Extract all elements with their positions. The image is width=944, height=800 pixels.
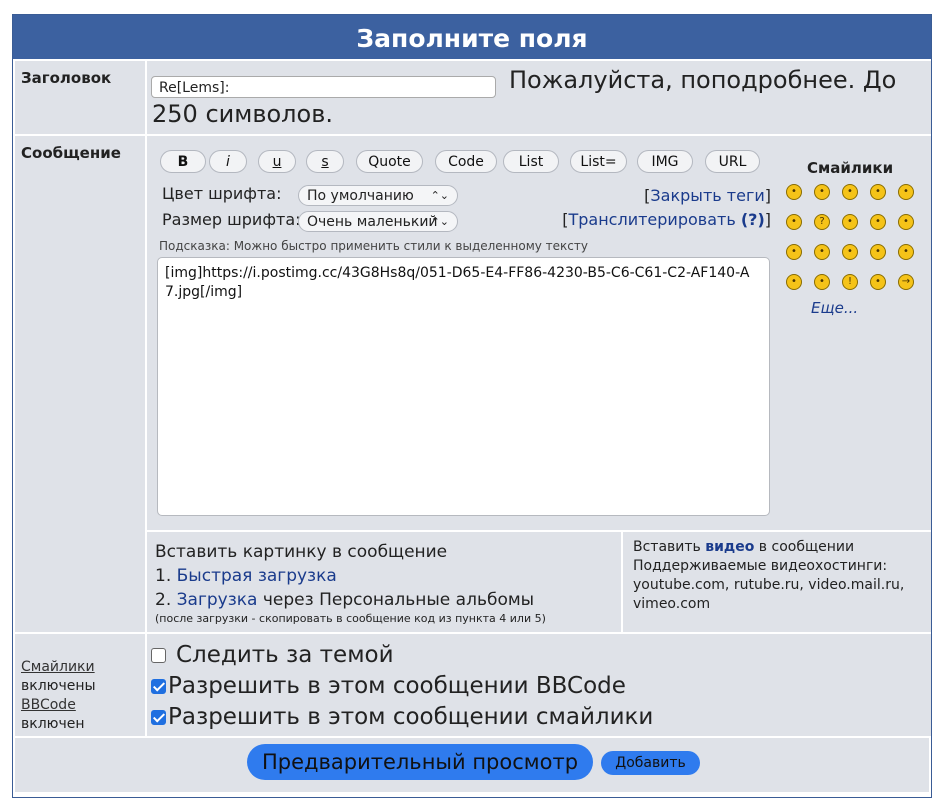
smile-smiley-icon[interactable]: • bbox=[814, 184, 830, 200]
confused-smiley-icon[interactable]: • bbox=[842, 214, 858, 230]
watch-topic-option[interactable]: Следить за темой bbox=[151, 642, 394, 668]
bbcode-help-link[interactable]: BBCode bbox=[21, 697, 76, 713]
glasses-smiley-icon[interactable]: • bbox=[786, 214, 802, 230]
devil-smiley-icon[interactable]: • bbox=[898, 244, 914, 260]
shock-smiley-icon[interactable]: • bbox=[898, 184, 914, 200]
strike-button[interactable]: s bbox=[306, 150, 344, 173]
allow-smilies-label: Разрешить в этом сообщении смайлики bbox=[168, 704, 654, 730]
ordered-list-button[interactable]: List= bbox=[570, 150, 627, 173]
frown-smiley-icon[interactable]: • bbox=[842, 244, 858, 260]
arrow-smiley-icon[interactable]: → bbox=[898, 274, 914, 290]
subject-input[interactable]: Re[Lems]: bbox=[151, 76, 496, 98]
message-label: Сообщение bbox=[21, 144, 121, 162]
options-row: Смайлики включены BBCode включен Следить… bbox=[13, 634, 931, 736]
smilies-help-link[interactable]: Смайлики bbox=[21, 659, 95, 675]
bbcode-state: включен bbox=[21, 716, 85, 732]
question-smiley-icon[interactable]: ? bbox=[814, 214, 830, 230]
video-hosts-list: youtube.com, rutube.ru, video.mail.ru, v… bbox=[633, 577, 905, 612]
quick-upload-link[interactable]: Быстрая загрузка bbox=[177, 566, 337, 586]
insert-image-panel: Вставить картинку в сообщение 1. Быстрая… bbox=[147, 530, 623, 633]
font-size-select[interactable]: Очень маленький ⌃⌄ bbox=[298, 211, 458, 232]
underline-button[interactable]: u bbox=[258, 150, 296, 173]
smilies-more-link[interactable]: Еще... bbox=[811, 299, 858, 317]
form-footer: Предварительный просмотр Добавить bbox=[15, 738, 929, 792]
allow-bbcode-option[interactable]: Разрешить в этом сообщении BBCode bbox=[151, 673, 626, 699]
video-prefix: Вставить bbox=[633, 539, 701, 555]
font-size-value: Очень маленький bbox=[307, 214, 438, 230]
options-cell: Следить за темой Разрешить в этом сообще… bbox=[147, 634, 931, 736]
upload-description: через Персональные альбомы bbox=[262, 590, 535, 610]
allow-bbcode-checkbox[interactable] bbox=[151, 678, 166, 694]
translit-wrap: [Транслитерировать (?)] bbox=[562, 210, 771, 229]
insert-image-title: Вставить картинку в сообщение bbox=[155, 542, 448, 562]
preview-button[interactable]: Предварительный просмотр bbox=[247, 744, 593, 780]
exclaim-smiley-icon[interactable]: ! bbox=[842, 274, 858, 290]
video-hosts-label: Поддерживаемые видеохостинги: bbox=[633, 558, 888, 574]
font-size-label: Размер шрифта: bbox=[162, 210, 301, 229]
evil-smiley-icon[interactable]: • bbox=[870, 244, 886, 260]
message-cell: B i u s Quote Code List List= IMG URL Цв… bbox=[147, 136, 931, 633]
close-tags-link[interactable]: Закрыть теги bbox=[650, 186, 764, 205]
translit-help-link[interactable]: (?) bbox=[741, 210, 765, 229]
allow-bbcode-label: Разрешить в этом сообщении BBCode bbox=[168, 673, 626, 699]
insert-image-item-2: 2. Загрузка через Персональные альбомы bbox=[155, 588, 613, 612]
item-number: 2. bbox=[155, 590, 172, 610]
message-label-cell: Сообщение bbox=[15, 136, 145, 632]
bold-button[interactable]: B bbox=[160, 150, 206, 173]
tongue-smiley-icon[interactable]: • bbox=[814, 244, 830, 260]
subject-cell: Пожалуйста, поподробнее. До 250 символов… bbox=[147, 61, 931, 134]
chevron-updown-icon: ⌃⌄ bbox=[430, 189, 449, 202]
options-left-cell: Смайлики включены BBCode включен bbox=[15, 634, 145, 736]
translit-link[interactable]: Транслитерировать bbox=[568, 210, 735, 229]
watch-topic-checkbox[interactable] bbox=[151, 647, 166, 663]
font-color-value: По умолчанию bbox=[307, 188, 414, 204]
subject-label-cell: Заголовок bbox=[15, 61, 145, 134]
allow-smilies-option[interactable]: Разрешить в этом сообщении смайлики bbox=[151, 704, 653, 730]
chevron-updown-icon: ⌃⌄ bbox=[430, 215, 449, 228]
wink-smiley-icon[interactable]: • bbox=[814, 274, 830, 290]
submit-button[interactable]: Добавить bbox=[601, 751, 700, 775]
cool-smiley-icon[interactable]: • bbox=[870, 214, 886, 230]
sad-smiley-icon[interactable]: • bbox=[842, 184, 858, 200]
upload-link[interactable]: Загрузка bbox=[177, 590, 258, 610]
options-status: Смайлики включены BBCode включен bbox=[15, 634, 145, 734]
allow-smilies-checkbox[interactable] bbox=[151, 709, 166, 725]
insert-video-title: Вставить видео в сообщении bbox=[633, 538, 921, 557]
smilies-state: включены bbox=[21, 678, 96, 694]
message-textarea[interactable]: [img]https://i.postimg.cc/43G8Hs8q/051-D… bbox=[157, 257, 770, 516]
mad-smiley-icon[interactable]: • bbox=[786, 244, 802, 260]
insert-image-item-1: 1. Быстрая загрузка bbox=[155, 564, 613, 588]
quote-button[interactable]: Quote bbox=[356, 150, 423, 173]
idea-smiley-icon[interactable]: • bbox=[870, 274, 886, 290]
subject-row: Заголовок Пожалуйста, поподробнее. До 25… bbox=[13, 61, 931, 134]
smilies-title: Смайлики bbox=[807, 159, 894, 177]
font-color-select[interactable]: По умолчанию ⌃⌄ bbox=[298, 185, 458, 206]
video-suffix: в сообщении bbox=[758, 539, 855, 555]
insert-video-panel: Вставить видео в сообщении Поддерживаемы… bbox=[623, 530, 931, 633]
url-button[interactable]: URL bbox=[705, 150, 760, 173]
font-color-label: Цвет шрифта: bbox=[162, 184, 282, 203]
watch-topic-label: Следить за темой bbox=[176, 642, 394, 668]
upload-note: (после загрузки - скопировать в сообщени… bbox=[155, 612, 546, 625]
form-header: Заполните поля bbox=[13, 15, 931, 59]
item-number: 1. bbox=[155, 566, 172, 586]
message-row: Сообщение B i u s Quote Code List List= … bbox=[13, 136, 931, 633]
blush-smiley-icon[interactable]: • bbox=[870, 184, 886, 200]
video-link[interactable]: видео bbox=[705, 539, 754, 555]
list-button[interactable]: List bbox=[503, 150, 559, 173]
code-button[interactable]: Code bbox=[435, 150, 497, 173]
subject-label: Заголовок bbox=[21, 69, 112, 87]
italic-button[interactable]: i bbox=[209, 150, 247, 173]
laugh-smiley-icon[interactable]: • bbox=[898, 214, 914, 230]
style-hint: Подсказка: Можно быстро применить стили … bbox=[159, 239, 588, 253]
post-form: Заполните поля Заголовок Пожалуйста, поп… bbox=[12, 14, 932, 798]
shades-smiley-icon[interactable]: • bbox=[786, 274, 802, 290]
close-tags-wrap: [Закрыть теги] bbox=[644, 186, 771, 205]
img-button[interactable]: IMG bbox=[637, 150, 693, 173]
grin-smiley-icon[interactable]: • bbox=[786, 184, 802, 200]
